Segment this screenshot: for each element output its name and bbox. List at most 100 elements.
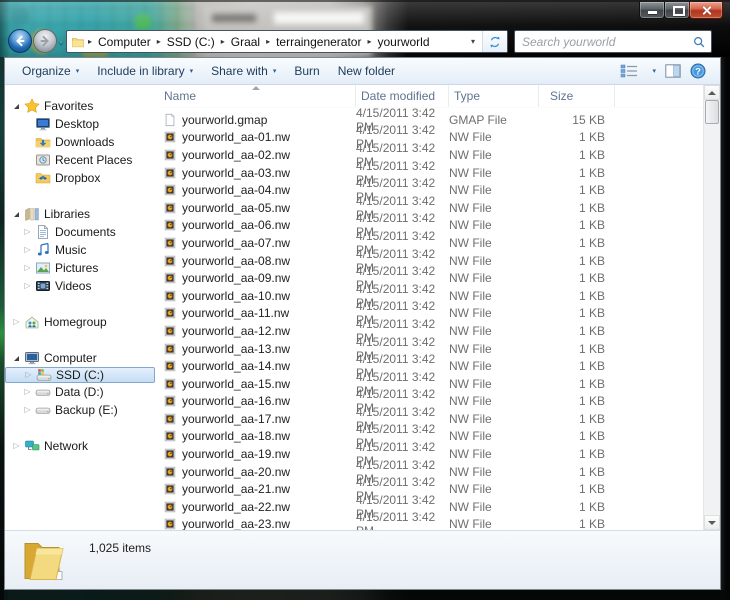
expander-icon[interactable] (11, 103, 22, 109)
toolbar-new-folder-button[interactable]: New folder (329, 61, 404, 81)
expander-icon[interactable]: ▷ (11, 442, 22, 450)
sidebar-item-backup-e[interactable]: ▷ Backup (E:) (5, 401, 159, 419)
file-rows: yourworld.gmap 4/15/2011 3:42 PM GMAP File… (159, 107, 703, 530)
file-name-cell: yourworld_aa-22.nw (159, 500, 356, 514)
sidebar-item-favorites[interactable]: Favorites (5, 97, 159, 115)
toolbar-burn-button[interactable]: Burn (285, 61, 328, 81)
expander-icon[interactable] (11, 211, 22, 217)
scroll-up-button[interactable] (704, 85, 720, 100)
toolbar-share-with-button[interactable]: Share with ▾ (202, 61, 285, 81)
file-name-cell: yourworld_aa-19.nw (159, 447, 356, 461)
sidebar-item-homegroup[interactable]: ▷ Homegroup (5, 313, 159, 331)
expander-icon[interactable]: ▷ (22, 246, 33, 254)
sidebar-section-network: ▷ Network (5, 437, 159, 455)
column-header-type[interactable]: Type (449, 85, 539, 107)
address-bar[interactable]: ▸ Computer ▸ SSD (C:) ▸ Graal ▸ terraingenerato… (66, 30, 508, 53)
file-type-cell: NW File (449, 200, 492, 215)
file-name: yourworld_aa-08.nw (182, 253, 291, 268)
nw-file-icon (163, 254, 177, 268)
file-size-cell: 1 KB (578, 499, 605, 514)
file-name-cell: yourworld.gmap (159, 113, 356, 127)
breadcrumb-segment-yourworld[interactable]: yourworld (375, 33, 433, 51)
minimize-icon (648, 11, 657, 14)
view-dropdown-icon[interactable]: ▾ (652, 67, 656, 75)
forward-button[interactable] (33, 29, 57, 53)
file-name-cell: yourworld_aa-07.nw (159, 236, 356, 250)
sidebar-item-data-d[interactable]: ▷ Data (D:) (5, 383, 159, 401)
expander-icon[interactable] (11, 355, 22, 361)
file-list-pane: Name Date modified Type Size yourworld.g… (159, 85, 720, 530)
column-header-size[interactable]: Size (539, 85, 615, 107)
scroll-down-button[interactable] (704, 515, 720, 530)
file-type-cell: NW File (449, 499, 492, 514)
maximize-button[interactable] (664, 2, 690, 19)
breadcrumb-segment-terraingenerator[interactable]: terraingenerator (273, 33, 364, 51)
sidebar-item-music[interactable]: ▷ Music (5, 241, 159, 259)
sidebar-item-network[interactable]: ▷ Network (5, 437, 159, 455)
sidebar-item-desktop[interactable]: Desktop (5, 115, 159, 133)
sidebar-item-recent-places[interactable]: Recent Places (5, 151, 159, 169)
expander-icon[interactable]: ▷ (22, 264, 33, 272)
breadcrumb-segment-computer[interactable]: Computer (95, 33, 154, 51)
address-dropdown-icon[interactable]: ▾ (464, 37, 482, 46)
expander-icon[interactable]: ▷ (22, 406, 33, 414)
expander-icon[interactable]: ▷ (22, 228, 33, 236)
nw-file-icon (163, 482, 177, 496)
nw-file-icon (163, 517, 177, 530)
nw-file-icon (163, 465, 177, 479)
refresh-button[interactable] (482, 31, 507, 52)
file-name-cell: yourworld_aa-04.nw (159, 183, 356, 197)
sidebar-section-favorites: Favorites Desktop Downloads Recent Places Dr… (5, 97, 159, 187)
file-name: yourworld_aa-12.nw (182, 323, 291, 338)
sidebar-item-dropbox[interactable]: Dropbox (5, 169, 159, 187)
file-type-cell: NW File (449, 394, 492, 409)
sidebar-item-computer[interactable]: Computer (5, 349, 159, 367)
window-border-bottom (0, 590, 730, 600)
toolbar-right: ▾ ? (620, 58, 706, 84)
sidebar-section-label: Homegroup (44, 315, 107, 329)
file-row[interactable]: yourworld_aa-23.nw 4/15/2011 3:42 PM NW Fi… (159, 510, 703, 530)
file-name-cell: yourworld_aa-14.nw (159, 359, 356, 373)
desktop-icon (35, 116, 51, 132)
vertical-scrollbar[interactable] (703, 85, 720, 530)
column-label: Type (454, 89, 481, 103)
breadcrumb-segment-ssd-c[interactable]: SSD (C:) (164, 33, 218, 51)
close-button[interactable] (689, 2, 723, 19)
sidebar-item-documents[interactable]: ▷ Documents (5, 223, 159, 241)
sidebar-section-label: Network (44, 439, 89, 453)
toolbar-include-in-library-button[interactable]: Include in library ▾ (88, 61, 202, 81)
minimize-button[interactable] (639, 2, 665, 19)
search-input[interactable] (515, 34, 692, 49)
sidebar-item-videos[interactable]: ▷ Videos (5, 277, 159, 295)
homegroup-icon (24, 314, 40, 330)
file-size-cell: 1 KB (578, 447, 605, 462)
file-size-cell: 1 KB (578, 394, 605, 409)
file-size-cell: 1 KB (578, 517, 605, 530)
sidebar-item-downloads[interactable]: Downloads (5, 133, 159, 151)
file-type-cell: NW File (449, 288, 492, 303)
expander-icon[interactable]: ▷ (11, 318, 22, 326)
recent-pages-dropdown[interactable]: ▾ (59, 38, 63, 47)
change-view-button[interactable] (620, 64, 638, 78)
column-label: Date modified (361, 89, 436, 103)
sidebar-item-libraries[interactable]: Libraries (5, 205, 159, 223)
file-name-cell: yourworld_aa-10.nw (159, 289, 356, 303)
drive-c-icon (36, 367, 52, 383)
toolbar-organize-button[interactable]: Organize ▾ (13, 61, 88, 81)
sidebar-item-ssd-c[interactable]: ▷ SSD (C:) (5, 367, 155, 383)
expander-icon[interactable]: ▷ (22, 388, 33, 396)
breadcrumb-segment-graal[interactable]: Graal (228, 33, 263, 51)
expander-icon[interactable]: ▷ (22, 282, 33, 290)
sidebar-item-pictures[interactable]: ▷ Pictures (5, 259, 159, 277)
scrollbar-thumb[interactable] (705, 100, 719, 124)
help-button[interactable]: ? (690, 63, 706, 79)
back-button[interactable] (8, 29, 32, 53)
column-header-date-modified[interactable]: Date modified (356, 85, 449, 107)
file-name-cell: yourworld_aa-05.nw (159, 201, 356, 215)
expander-icon[interactable]: ▷ (23, 371, 34, 379)
file-name: yourworld_aa-19.nw (182, 447, 291, 462)
toolbar-label: Burn (294, 64, 320, 78)
preview-pane-button[interactable] (665, 64, 681, 78)
content-area: Organize ▾ Include in library ▾ Share with ▾ B… (4, 57, 721, 590)
file-type-cell: NW File (449, 271, 492, 286)
